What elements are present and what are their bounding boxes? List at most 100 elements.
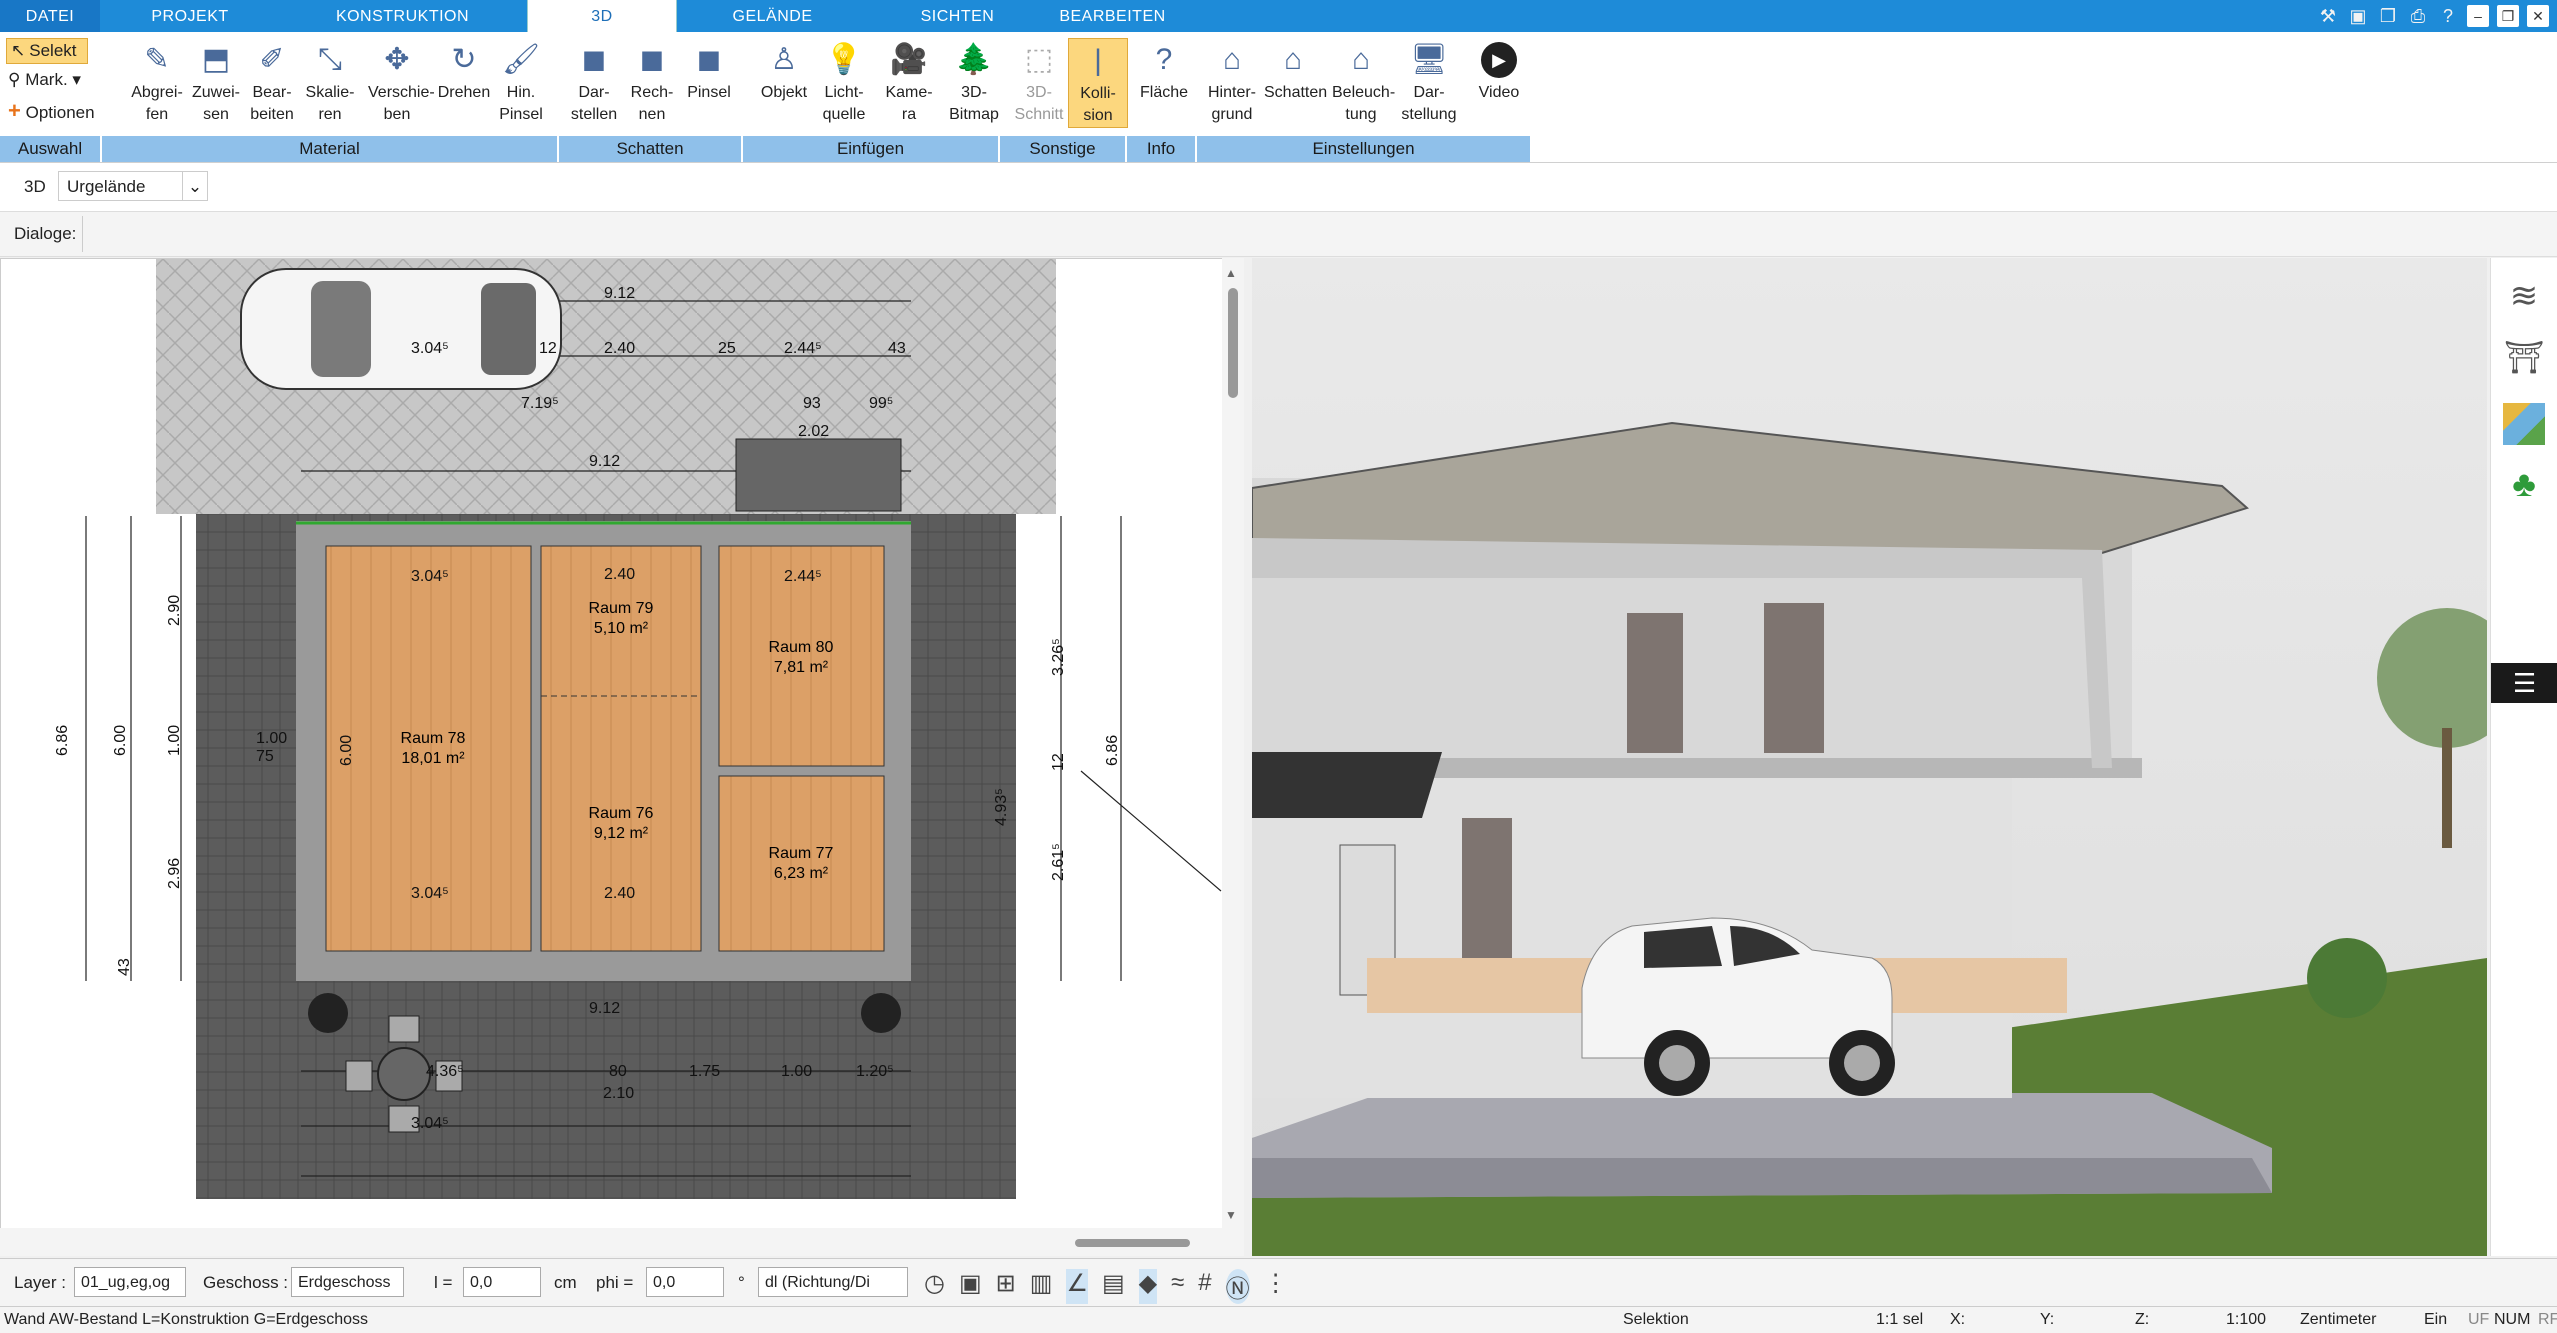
schatten-button-3[interactable]: ◼ Pinsel [680,38,738,104]
restore-button[interactable]: ❐ [2497,5,2519,27]
terrain-select[interactable]: Urgelände ⌄ [58,171,208,201]
hatch-icon[interactable]: ▤ [1102,1269,1125,1304]
room-77[interactable] [718,775,885,952]
einstellungen-button-2[interactable]: ⌂ Schatten [1264,38,1327,104]
einfuegen-button-3[interactable]: 🎥 Kame-ra [880,38,938,126]
selekt-button[interactable]: ↖ Selekt [6,38,88,64]
button-label-line2: sion [1083,107,1113,124]
lock-icon[interactable]: ▥ [1030,1269,1053,1304]
material-button-5[interactable]: ✥ Verschie-ben [368,38,435,126]
einstellungen-button-3[interactable]: ⌂ Beleuch-tung [1332,38,1395,126]
button-label-line1: Zuwei- [191,84,240,101]
clock-icon[interactable]: ◷ [924,1269,945,1304]
hscroll-thumb[interactable] [1075,1239,1190,1247]
tab-3d[interactable]: 3D [527,0,677,32]
tab-datei[interactable]: DATEI [0,0,100,32]
menu-toggle-icon[interactable]: ☰ [2491,663,2557,703]
group-material: Material [102,136,559,162]
dim-label: 2.40 [604,340,635,357]
group-info: Info [1127,136,1197,162]
window-icon[interactable]: ❐ [2377,5,2399,27]
shadow-settings-icon: ⌂ [1283,43,1303,76]
angle-icon[interactable]: ∠ [1066,1269,1088,1304]
l-input[interactable]: 0,0 [463,1267,541,1297]
stairs[interactable] [735,438,902,512]
scroll-thumb[interactable] [1228,288,1238,398]
move-icon: ✥ [384,43,410,76]
lighting-icon: ⌂ [1351,43,1371,76]
room-80-area: 7,81 m² [774,659,829,676]
status-y: Y: [2040,1311,2055,1328]
phi-input[interactable]: 0,0 [646,1267,724,1297]
einfuegen-button-1[interactable]: ♙ Objekt [755,38,813,104]
floor-plan-view[interactable]: Raum 78 18,01 m² Raum 79 5,10 m² Raum 80… [0,258,1232,1230]
plan-horizontal-scrollbar[interactable] [0,1228,1244,1256]
dim-label: 12 [1050,753,1067,771]
sonstige-button-1[interactable]: ⬚ 3D- Schnitt [1010,38,1068,126]
north-icon[interactable]: Ⓝ [1225,1269,1250,1304]
dim-label: 3.04⁵ [411,568,449,585]
einstellungen-button-5[interactable]: ▶ Video [1470,38,1528,104]
tab-bearbeiten[interactable]: BEARBEITEN [1050,0,1175,32]
einstellungen-button-1[interactable]: ⌂ Hinter-grund [1203,38,1261,126]
dim-label: 2.40 [604,566,635,583]
direction-select[interactable]: dl (Richtung/Di [758,1267,908,1297]
info-button-1[interactable]: ? Fläche [1135,38,1193,104]
dim-label: 3.26⁵ [1050,638,1067,676]
material-button-7[interactable]: 🖌 Hin. Pinsel [492,38,550,126]
material-button-2[interactable]: ⬒ Zuwei-sen [187,38,245,126]
layout-icon[interactable]: ▣ [2347,5,2369,27]
materials-icon[interactable] [2503,403,2545,445]
3d-scene[interactable] [1252,258,2487,1256]
help-icon[interactable]: ? [2437,5,2459,27]
einstellungen-button-4[interactable]: 🖥 Dar-stellung [1400,38,1458,126]
geschoss-select[interactable]: Erdgeschoss [291,1267,404,1297]
tab-projekt[interactable]: PROJEKT [120,0,260,32]
mark-button[interactable]: ⚲ Mark. ▾ [8,70,81,90]
material-button-6[interactable]: ↻ Drehen [435,38,493,104]
dim-label: 4.36⁵ [426,1063,464,1080]
scroll-up-icon[interactable]: ▲ [1225,266,1237,280]
close-button[interactable]: ✕ [2527,5,2549,27]
plan-vertical-scrollbar[interactable]: ▲ ▼ [1222,258,1244,1228]
print-icon[interactable]: ⎙ [2407,5,2429,27]
button-label-line2: ben [383,106,411,123]
furniture-icon[interactable]: ⛩ [2501,338,2547,384]
grid-icon[interactable]: ⊞ [996,1269,1016,1304]
tab-gelaende[interactable]: GELÄNDE [705,0,840,32]
floor-plan-canvas[interactable]: Raum 78 18,01 m² Raum 79 5,10 m² Raum 80… [1,259,1231,1229]
room-77-name: Raum 77 [769,845,834,862]
schatten-button-2[interactable]: ◼ Rech-nen [623,38,681,126]
material-button-1[interactable]: ✎ Abgrei-fen [128,38,186,126]
button-label-line2: grund [1211,106,1253,123]
minimize-button[interactable]: – [2467,5,2489,27]
status-x: X: [1950,1311,1966,1328]
tools-icon[interactable]: ⚒ [2317,5,2339,27]
tab-konstruktion[interactable]: KONSTRUKTION [320,0,485,32]
tab-sichten[interactable]: SICHTEN [890,0,1025,32]
raster-icon[interactable]: # [1198,1269,1211,1304]
car-topview[interactable] [240,268,562,390]
plants-icon[interactable]: ♣ [2501,463,2547,509]
einfuegen-button-4[interactable]: 🌲 3D- Bitmap [945,38,1003,126]
wave-icon[interactable]: ≈ [1171,1269,1184,1304]
more-icon[interactable]: ⋮ [1264,1269,1288,1304]
button-label-line1: Bear- [252,84,292,101]
dim-label: 25 [718,340,736,357]
sonstige-button-2[interactable]: | Kolli-sion [1068,38,1128,128]
layers-icon[interactable]: ≋ [2501,276,2547,322]
3d-view[interactable] [1252,258,2487,1256]
schatten-button-1[interactable]: ◼ Dar-stellen [565,38,623,126]
dim-label: 2.02 [798,423,829,440]
optionen-button[interactable]: + Optionen [8,98,95,124]
assign-icon: ⬒ [201,43,231,76]
plane-icon[interactable]: ◆ [1138,1269,1158,1304]
einfuegen-button-2[interactable]: 💡 Licht-quelle [815,38,873,126]
monitor-icon[interactable]: ▣ [959,1269,982,1304]
material-button-4[interactable]: ⤡ Skalie-ren [301,38,359,126]
scroll-down-icon[interactable]: ▼ [1225,1208,1237,1222]
material-button-3[interactable]: ✐ Bear-beiten [243,38,301,126]
button-label-line2: Pinsel [499,106,543,123]
layer-select[interactable]: 01_ug,eg,og [74,1267,186,1297]
group-auswahl: Auswahl [0,136,102,162]
